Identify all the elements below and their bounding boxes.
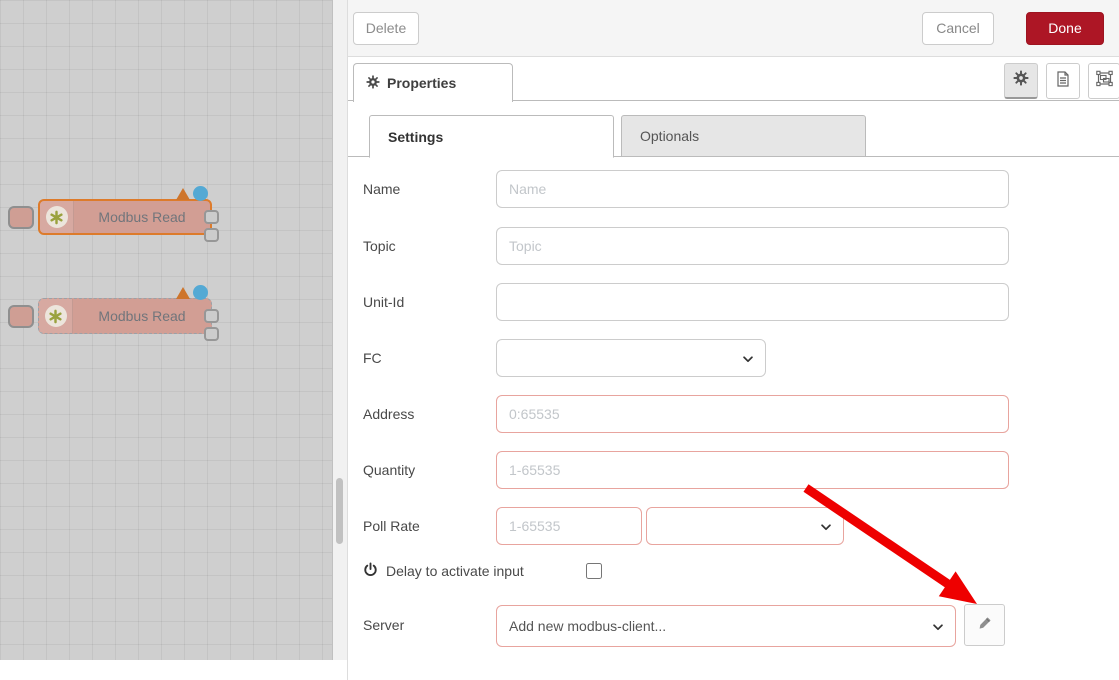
node-warning-icon bbox=[176, 287, 190, 299]
delete-button[interactable]: Delete bbox=[353, 12, 419, 45]
poll-rate-label: Poll Rate bbox=[363, 518, 420, 534]
node-changed-icon bbox=[193, 285, 208, 300]
modbus-read-node[interactable]: Modbus Read bbox=[38, 199, 212, 235]
gear-icon bbox=[366, 75, 380, 92]
modbus-icon bbox=[46, 206, 68, 228]
node-input-port[interactable] bbox=[8, 305, 34, 328]
poll-rate-input[interactable] bbox=[496, 507, 642, 545]
node-output-port-1[interactable] bbox=[204, 210, 219, 224]
properties-icon-button[interactable] bbox=[1004, 63, 1038, 99]
name-input[interactable] bbox=[496, 170, 1009, 208]
edit-dialog-header: Delete Cancel Done bbox=[348, 0, 1119, 57]
node-input-port[interactable] bbox=[8, 206, 34, 229]
server-label: Server bbox=[363, 617, 404, 633]
poll-rate-unit-select[interactable] bbox=[646, 507, 844, 545]
modbus-read-node[interactable]: Modbus Read bbox=[38, 298, 212, 334]
unit-id-input[interactable] bbox=[496, 283, 1009, 321]
settings-tab-bar: Settings Optionals bbox=[348, 115, 1119, 157]
edit-server-button[interactable] bbox=[964, 604, 1005, 646]
tab-settings[interactable]: Settings bbox=[369, 115, 614, 158]
panel-scrollbar-track[interactable] bbox=[333, 0, 347, 660]
node-label: Modbus Read bbox=[74, 201, 210, 233]
appearance-icon-button[interactable] bbox=[1088, 63, 1119, 99]
topic-input[interactable] bbox=[496, 227, 1009, 265]
modbus-icon bbox=[45, 305, 67, 327]
tab-properties-label: Properties bbox=[387, 75, 456, 91]
tab-properties[interactable]: Properties bbox=[353, 63, 513, 102]
editor-tab-bar: Properties bbox=[348, 57, 1119, 101]
node-warning-icon bbox=[176, 188, 190, 200]
chevron-down-icon bbox=[931, 620, 945, 637]
address-input[interactable] bbox=[496, 395, 1009, 433]
node-red-editor: Modbus Read Modbus Read Delete Cancel D bbox=[0, 0, 1119, 680]
delay-to-activate-label: Delay to activate input bbox=[363, 562, 524, 580]
node-output-port-2[interactable] bbox=[204, 327, 219, 341]
node-label: Modbus Read bbox=[73, 299, 211, 333]
server-select-value: Add new modbus-client... bbox=[509, 618, 666, 634]
delay-to-activate-text: Delay to activate input bbox=[386, 563, 524, 579]
panel-scrollbar-thumb[interactable] bbox=[336, 478, 343, 544]
server-select[interactable]: Add new modbus-client... bbox=[496, 605, 956, 647]
unit-id-label: Unit-Id bbox=[363, 294, 404, 310]
flow-canvas[interactable]: Modbus Read Modbus Read bbox=[0, 0, 333, 660]
description-icon-button[interactable] bbox=[1046, 63, 1080, 99]
tab-optionals[interactable]: Optionals bbox=[621, 115, 866, 157]
name-label: Name bbox=[363, 181, 400, 197]
fc-label: FC bbox=[363, 350, 382, 366]
done-button[interactable]: Done bbox=[1026, 12, 1104, 45]
gear-icon bbox=[1013, 70, 1029, 91]
fc-select[interactable] bbox=[496, 339, 766, 377]
topic-label: Topic bbox=[363, 238, 396, 254]
node-changed-icon bbox=[193, 186, 208, 201]
pencil-icon bbox=[977, 615, 993, 636]
address-label: Address bbox=[363, 406, 414, 422]
chevron-down-icon bbox=[819, 520, 833, 537]
node-icon-section bbox=[40, 201, 74, 233]
quantity-label: Quantity bbox=[363, 462, 415, 478]
node-output-port-1[interactable] bbox=[204, 309, 219, 323]
description-icon bbox=[1055, 71, 1071, 92]
node-icon-section bbox=[39, 299, 73, 333]
appearance-icon bbox=[1096, 70, 1113, 92]
quantity-input[interactable] bbox=[496, 451, 1009, 489]
delay-checkbox[interactable] bbox=[586, 563, 602, 579]
chevron-down-icon bbox=[741, 352, 755, 369]
cancel-button[interactable]: Cancel bbox=[922, 12, 994, 45]
power-icon bbox=[363, 562, 378, 580]
node-output-port-2[interactable] bbox=[204, 228, 219, 242]
node-edit-panel: Delete Cancel Done bbox=[347, 0, 1119, 680]
